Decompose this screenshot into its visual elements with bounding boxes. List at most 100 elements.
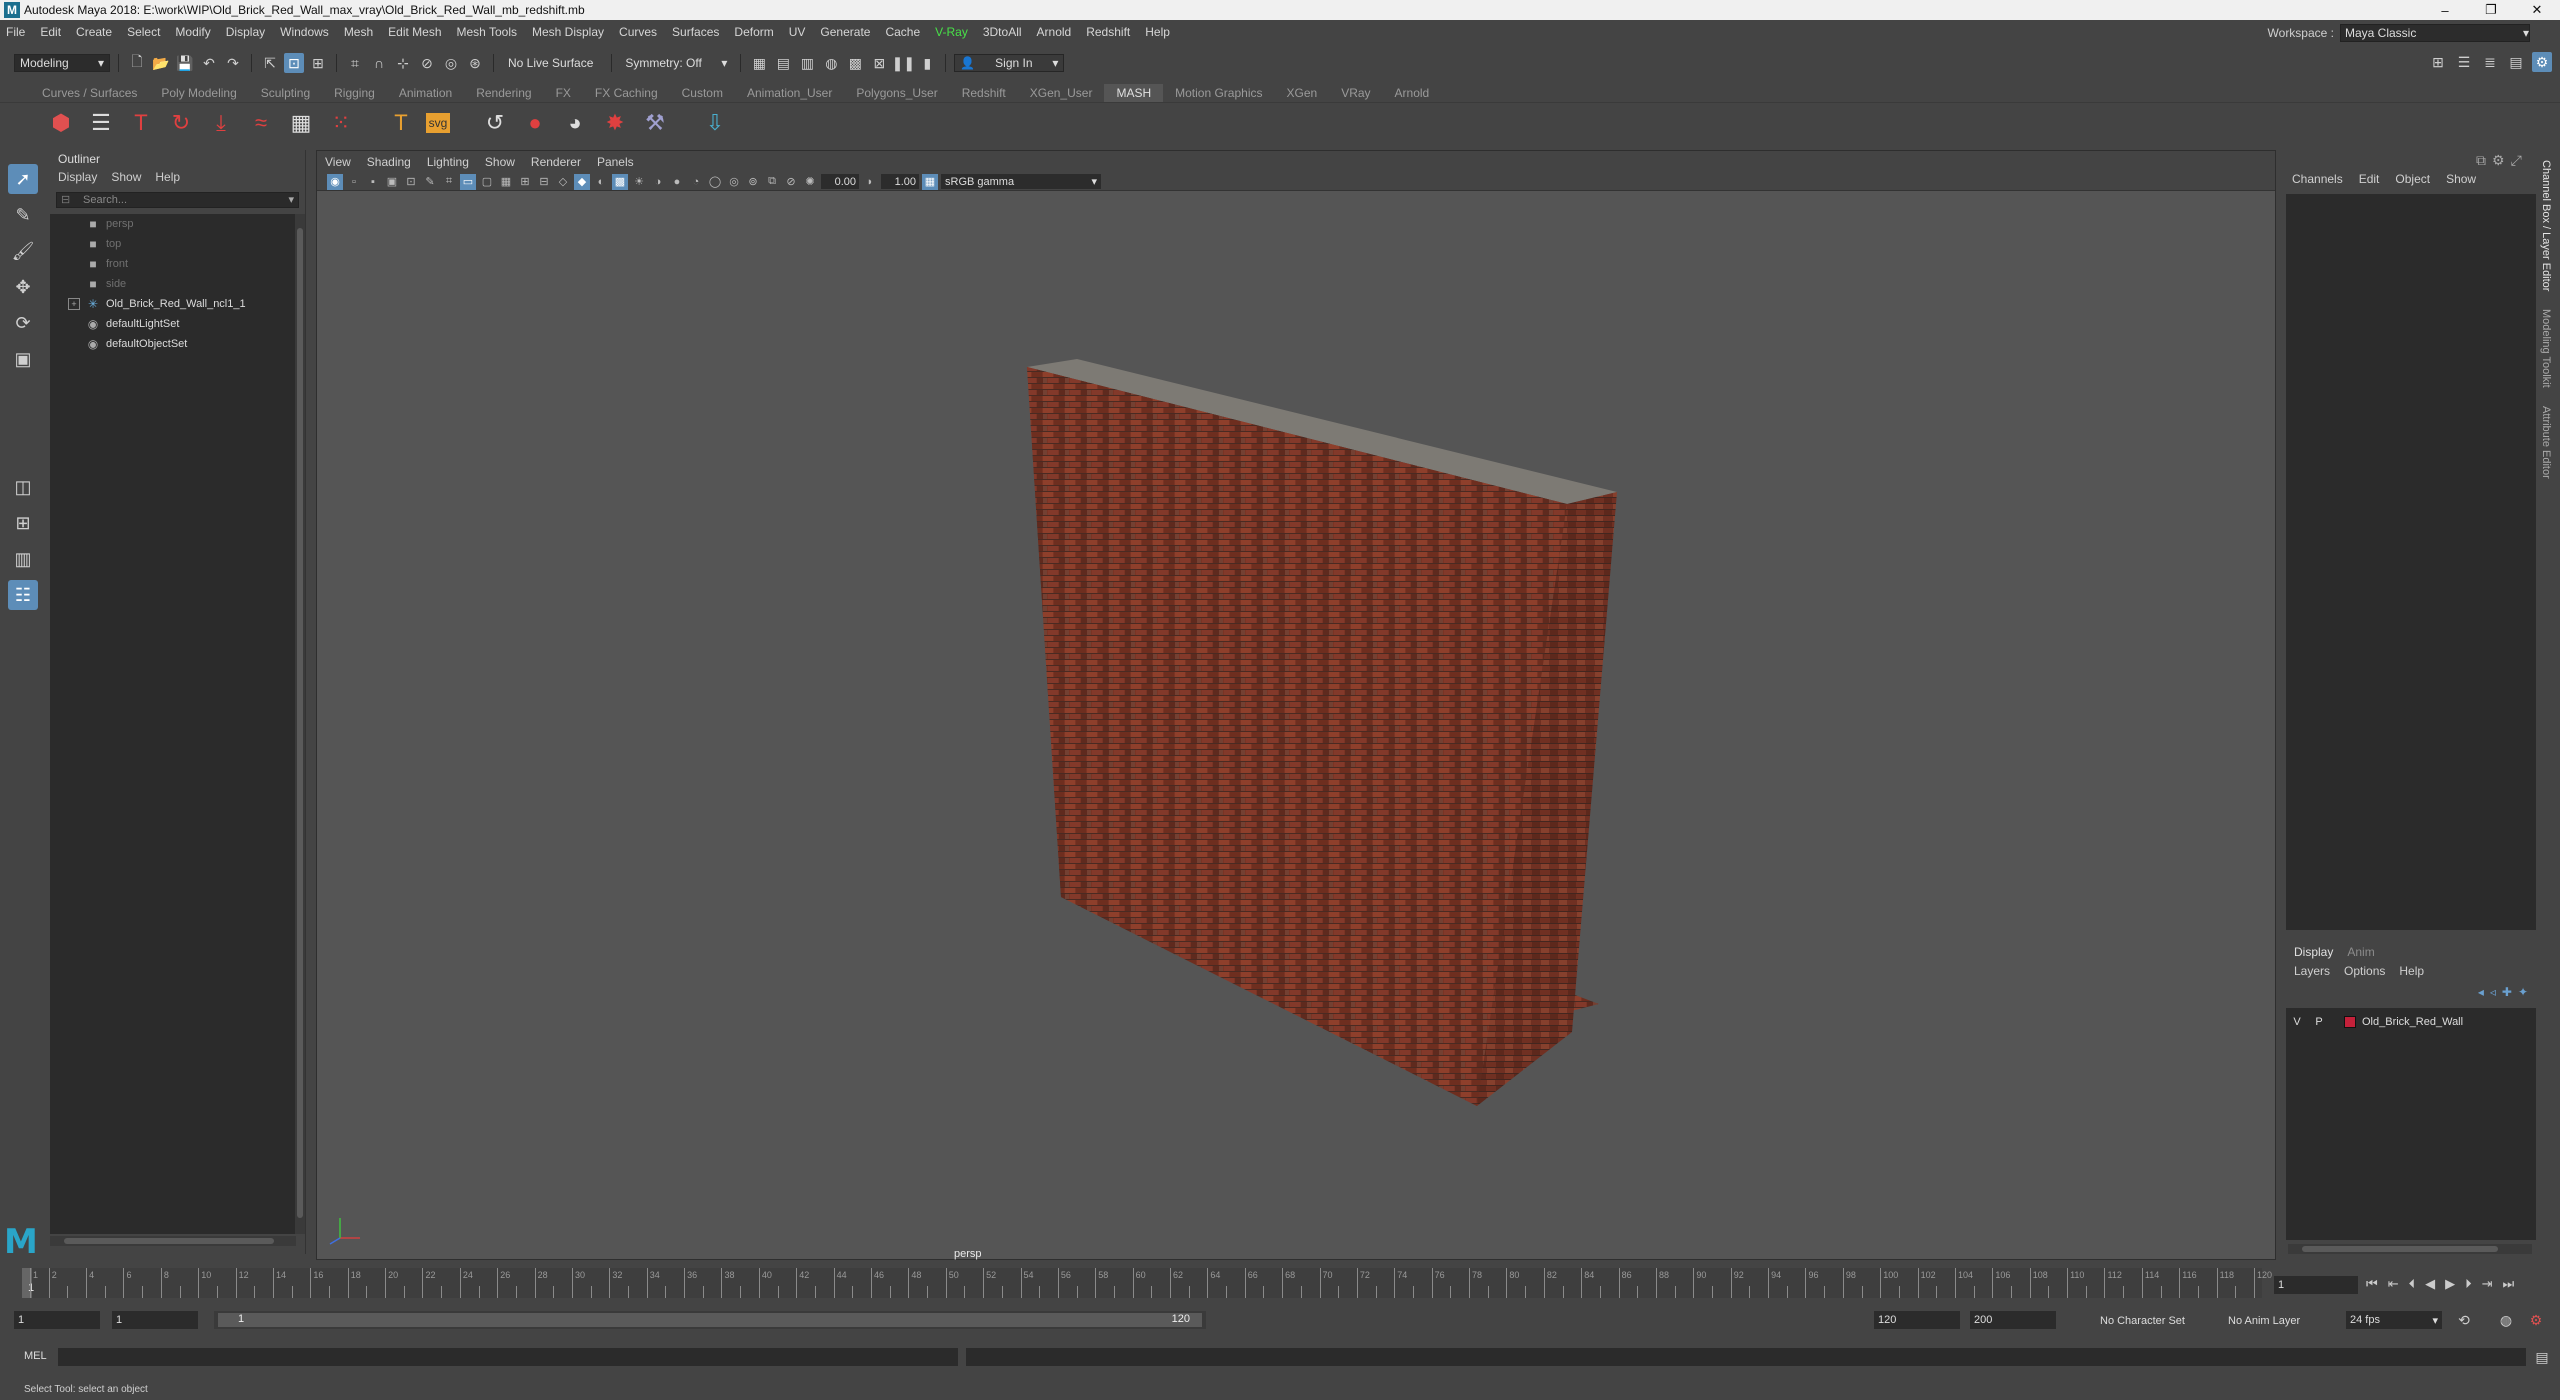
grid-toggle-icon[interactable]: ⌗ (441, 174, 457, 190)
mash-network-icon[interactable]: ⬢ (46, 108, 76, 138)
bookmarks-icon[interactable]: ▪ (365, 174, 381, 190)
mel-label[interactable]: MEL (24, 1350, 47, 1362)
anim-layer-dropdown[interactable]: No Anim Layer (2228, 1315, 2300, 1327)
outliner-persp-layout-icon[interactable]: ▥ (8, 544, 38, 574)
new-empty-layer-icon[interactable]: ✚ (2502, 985, 2512, 999)
menu-display[interactable]: Display (226, 25, 265, 39)
list-icon[interactable]: ☰ (86, 108, 116, 138)
outliner-vertical-scrollbar[interactable] (295, 214, 305, 1234)
fps-dropdown[interactable]: 24 fps ▾ (2346, 1311, 2442, 1329)
step-back-frame-icon[interactable]: ⏴ (2409, 1276, 2416, 1292)
current-frame-field[interactable]: 1 (2274, 1276, 2358, 1294)
shelf-tab-animation[interactable]: Animation (387, 84, 464, 102)
layer-menu-options[interactable]: Options (2344, 964, 2385, 978)
live-surface-label[interactable]: No Live Surface (508, 56, 593, 70)
side-tab-attribute-editor[interactable]: Attribute Editor (2540, 406, 2552, 479)
shelf-tab-xgen[interactable]: XGen (1275, 84, 1330, 102)
layer-tab-display[interactable]: Display (2294, 945, 2333, 959)
menu-redshift[interactable]: Redshift (1086, 25, 1130, 39)
go-to-start-icon[interactable]: ⏮ (2366, 1276, 2378, 1292)
menu-windows[interactable]: Windows (280, 25, 329, 39)
menu-vray[interactable]: V-Ray (935, 25, 968, 39)
expand-icon[interactable]: + (68, 298, 80, 310)
depth-of-field-icon[interactable]: ◎ (726, 174, 742, 190)
playback-end-field[interactable]: 120 (1874, 1311, 1960, 1329)
new-scene-icon[interactable]: 🗋 (127, 53, 147, 73)
viewport-canvas[interactable] (317, 192, 2275, 1259)
close-icon[interactable]: ✕ (2514, 0, 2560, 20)
start-time-field[interactable]: 1 (14, 1311, 100, 1329)
channel-menu-show[interactable]: Show (2446, 172, 2476, 186)
select-object-icon[interactable]: ⊡ (284, 53, 304, 73)
film-gate-icon[interactable]: ▭ (460, 173, 476, 190)
single-perspective-layout-icon[interactable]: ◫ (8, 472, 38, 502)
move-layer-up-icon[interactable]: ◂ (2478, 985, 2484, 999)
shadows-icon[interactable]: ◑ (650, 174, 666, 190)
redo-icon[interactable]: ↷ (223, 53, 243, 73)
paint-select-tool-icon[interactable]: 🖌 (8, 236, 38, 266)
step-forward-key-icon[interactable]: ⇥ (2482, 1276, 2493, 1292)
2d-pan-zoom-icon[interactable]: ⊡ (403, 174, 419, 190)
loop-icon[interactable]: ⟲ (2454, 1310, 2474, 1330)
snap-point-icon[interactable]: ⊹ (393, 53, 413, 73)
shelf-tab-poly-modeling[interactable]: Poly Modeling (149, 84, 248, 102)
render-frame-icon[interactable]: ▦ (749, 53, 769, 73)
outliner-search-input[interactable]: ⊟ Search... ▾ (56, 192, 299, 208)
step-back-key-icon[interactable]: ⇤ (2388, 1276, 2399, 1292)
safe-action-icon[interactable]: ⊟ (536, 174, 552, 190)
channel-menu-channels[interactable]: Channels (2292, 172, 2343, 186)
outliner-item-persp[interactable]: ■ persp (50, 214, 296, 234)
import-icon[interactable]: ⇩ (700, 108, 730, 138)
go-to-end-icon[interactable]: ⏭ (2503, 1276, 2515, 1292)
sphere-icon[interactable]: ◕ (560, 108, 590, 138)
shelf-tab-arnold[interactable]: Arnold (1383, 84, 1442, 102)
select-hierarchy-icon[interactable]: ⇱ (260, 53, 280, 73)
menu-curves[interactable]: Curves (619, 25, 657, 39)
resolution-gate-icon[interactable]: ▢ (479, 174, 495, 190)
shelf-tab-animation-user[interactable]: Animation_User (735, 84, 844, 102)
channel-menu-edit[interactable]: Edit (2359, 172, 2380, 186)
range-slider[interactable]: 1 120 (214, 1311, 1206, 1329)
menu-deform[interactable]: Deform (734, 25, 773, 39)
drop-icon[interactable]: ⤓ (206, 108, 236, 138)
auto-key-icon[interactable]: ◍ (2496, 1310, 2516, 1330)
attribute-editor-toggle-icon[interactable]: ☰ (2454, 52, 2474, 72)
open-scene-icon[interactable]: 📂 (151, 53, 171, 73)
new-layer-from-selection-icon[interactable]: ✦ (2518, 985, 2528, 999)
select-camera-icon[interactable]: ◉ (327, 173, 343, 190)
scale-tool-icon[interactable]: ▣ (8, 344, 38, 374)
pause-icon[interactable]: ❚❚ (892, 53, 915, 73)
layer-tab-anim[interactable]: Anim (2347, 945, 2374, 959)
modeling-toolkit-toggle-icon[interactable]: ⊞ (2428, 52, 2448, 72)
outliner-item-front[interactable]: ■ front (50, 254, 296, 274)
type-icon[interactable]: T (386, 108, 416, 138)
layer-visibility-toggle[interactable]: V (2286, 1016, 2308, 1028)
shelf-tab-polygons-user[interactable]: Polygons_User (844, 84, 949, 102)
outliner-item-default-object-set[interactable]: ◉ defaultObjectSet (50, 334, 296, 354)
color-management-icon[interactable]: ▦ (922, 173, 938, 190)
move-tool-icon[interactable]: ✥ (8, 272, 38, 302)
channel-box-dock-icon[interactable]: ⧉ (2476, 152, 2486, 169)
use-all-lights-icon[interactable]: ☀ (631, 174, 647, 190)
playback-start-field[interactable]: 1 (112, 1311, 198, 1329)
side-tab-channel-box[interactable]: Channel Box / Layer Editor (2540, 160, 2552, 291)
viewport-menu-show[interactable]: Show (485, 155, 515, 169)
menu-create[interactable]: Create (76, 25, 112, 39)
four-view-layout-icon[interactable]: ⊞ (8, 508, 38, 538)
mel-command-input[interactable] (58, 1348, 958, 1366)
layer-color-swatch[interactable] (2344, 1016, 2356, 1028)
range-slider-handle[interactable] (218, 1313, 1202, 1327)
tool-settings-toggle-icon[interactable]: ≣ (2480, 52, 2500, 72)
motion-blur-icon[interactable]: ◔ (688, 174, 704, 190)
gamma-field[interactable]: 1.00 (881, 174, 919, 189)
anim-prefs-icon[interactable]: ⚙ (2526, 1310, 2546, 1330)
outliner-layout-icon[interactable]: ☷ (8, 580, 38, 610)
menu-uv[interactable]: UV (789, 25, 806, 39)
curve-icon[interactable]: ↻ (166, 108, 196, 138)
channel-box-float-icon[interactable]: ⤢ (2511, 152, 2522, 169)
layer-playback-toggle[interactable]: P (2308, 1016, 2330, 1028)
viewport-menu-view[interactable]: View (325, 155, 351, 169)
shelf-tab-curves-surfaces[interactable]: Curves / Surfaces (30, 84, 149, 102)
gate-mask-icon[interactable]: ▦ (498, 174, 514, 190)
restore-icon[interactable]: ❐ (2468, 0, 2514, 20)
